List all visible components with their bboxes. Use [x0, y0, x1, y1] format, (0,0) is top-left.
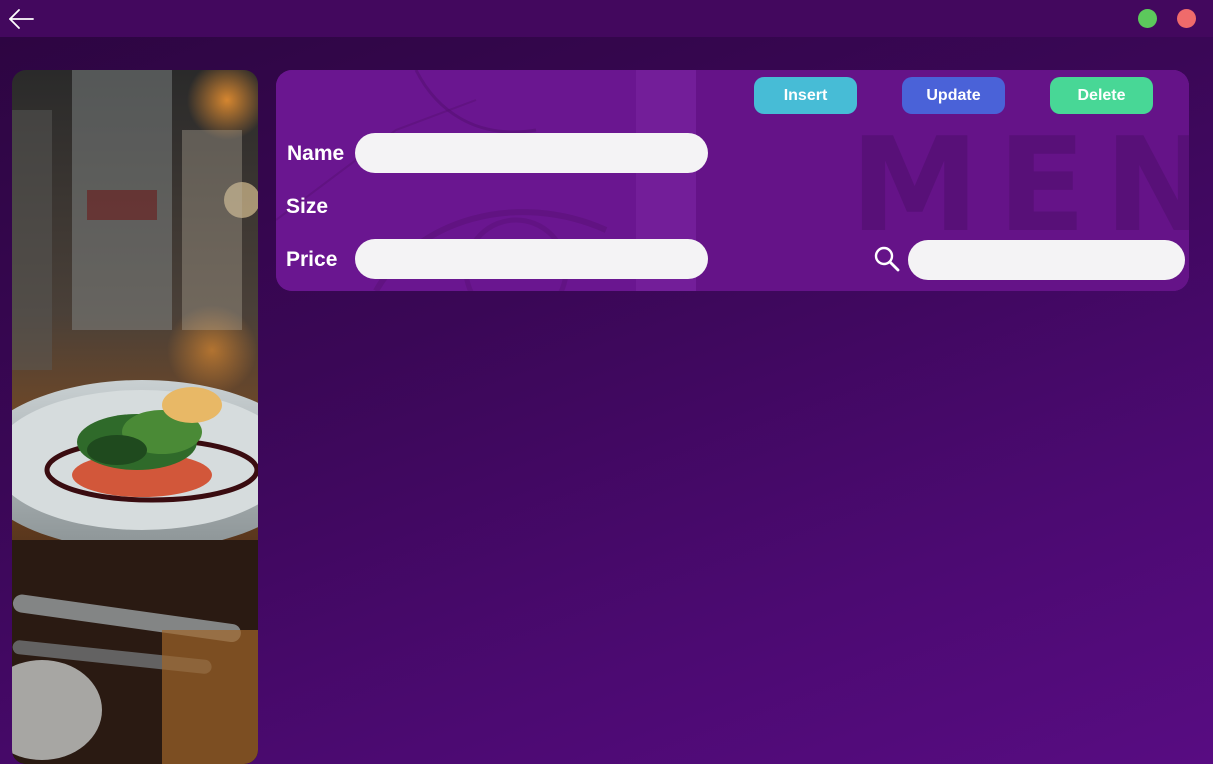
search-icon[interactable]: [873, 245, 901, 273]
size-label: Size: [286, 195, 329, 218]
close-button[interactable]: [1177, 9, 1196, 28]
name-input[interactable]: [355, 133, 708, 173]
insert-button[interactable]: Insert: [754, 77, 857, 114]
search-input[interactable]: [908, 240, 1185, 280]
svg-text:MENU: MENU: [850, 109, 1189, 261]
arrow-left-icon[interactable]: [6, 7, 36, 31]
food-photo: [12, 70, 258, 764]
price-input[interactable]: [355, 239, 708, 279]
delete-button[interactable]: Delete: [1050, 77, 1153, 114]
update-button[interactable]: Update: [902, 77, 1005, 114]
name-label: Name: [287, 142, 345, 165]
title-bar: [0, 0, 1213, 37]
product-form-panel: MENU Insert Update Delete Name Size Pric…: [276, 70, 1189, 291]
maximize-button[interactable]: [1138, 9, 1157, 28]
price-label: Price: [286, 248, 338, 271]
